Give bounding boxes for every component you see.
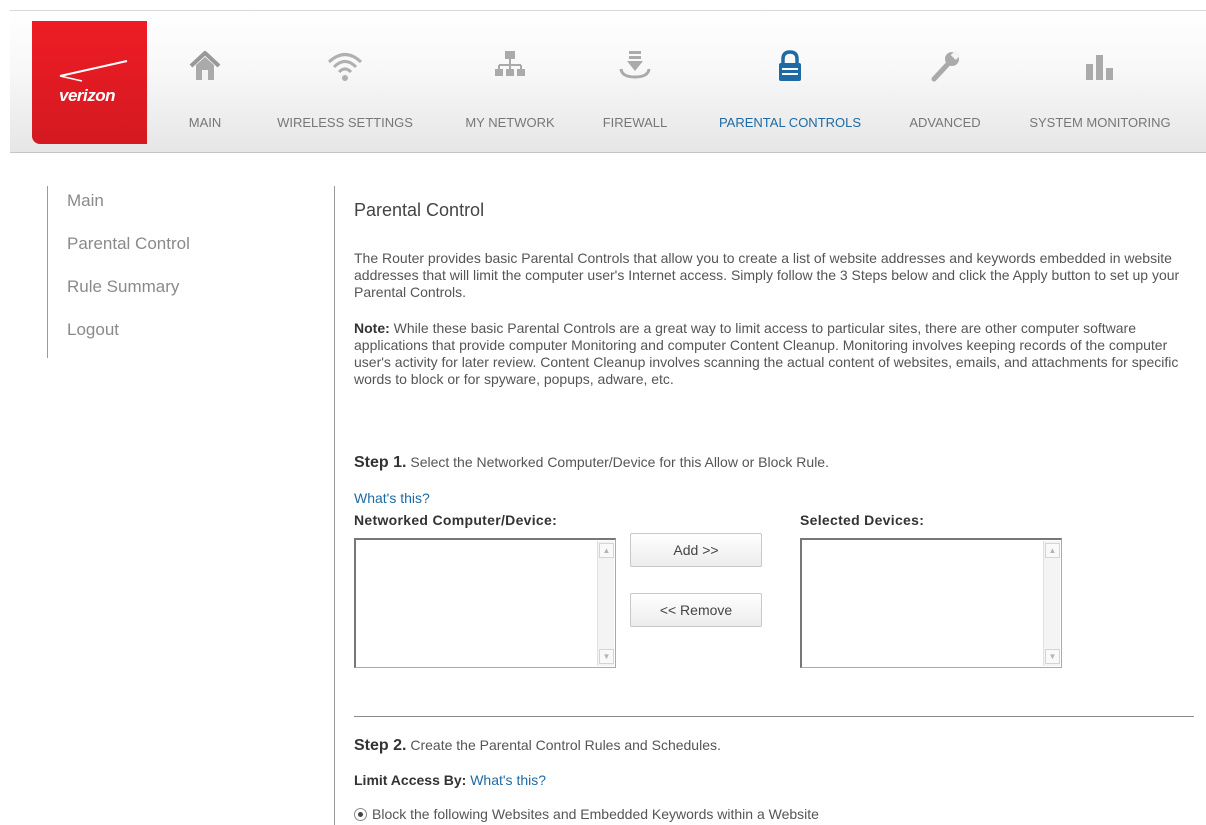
nav-system-monitoring[interactable]: SYSTEM MONITORING (1015, 49, 1185, 139)
add-device-button[interactable]: Add >> (630, 533, 762, 567)
firewall-icon (619, 51, 651, 79)
note-label: Note: (354, 320, 390, 336)
sidebar-item-main[interactable]: Main (67, 191, 104, 211)
step2-heading: Step 2. Create the Parental Control Rule… (354, 737, 721, 755)
wrench-icon (931, 50, 961, 82)
note-paragraph: Note: While these basic Parental Control… (354, 320, 1184, 388)
nav-main[interactable]: MAIN (170, 49, 240, 139)
scroll-up-arrow-icon[interactable]: ▲ (599, 543, 614, 558)
nav-parental-controls[interactable]: PARENTAL CONTROLS (705, 49, 875, 139)
listbox-scrollbar[interactable]: ▲ ▼ (597, 541, 614, 666)
networked-device-label: Networked Computer/Device: (354, 512, 558, 528)
networked-device-listbox[interactable]: ▲ ▼ (354, 538, 616, 668)
nav-wireless-settings[interactable]: WIRELESS SETTINGS (265, 49, 425, 139)
sidebar-item-parental-control[interactable]: Parental Control (67, 234, 190, 254)
page-title: Parental Control (354, 200, 485, 220)
logo-text: verizon (59, 86, 116, 105)
sidebar-item-logout[interactable]: Logout (67, 320, 119, 340)
block-websites-radio-label: Block the following Websites and Embedde… (372, 806, 819, 822)
nav-my-network[interactable]: MY NETWORK (450, 49, 570, 139)
scroll-down-arrow-icon[interactable]: ▼ (1045, 649, 1060, 664)
step1-text: Select the Networked Computer/Device for… (406, 454, 829, 470)
section-divider (354, 716, 1194, 717)
network-icon (495, 51, 525, 76)
limit-access-label: Limit Access By: What's this? (354, 772, 546, 788)
bar-chart-icon (1086, 55, 1113, 80)
step2-label: Step 2. (354, 737, 407, 754)
sidebar: Main Parental Control Rule Summary Logou… (47, 186, 247, 358)
verizon-logo[interactable]: verizon (32, 21, 147, 144)
note-text: While these basic Parental Controls are … (354, 320, 1179, 387)
lock-icon (779, 50, 801, 81)
remove-device-button[interactable]: << Remove (630, 593, 762, 627)
scroll-up-arrow-icon[interactable]: ▲ (1045, 543, 1060, 558)
top-navigation-bar: verizon MAIN WIRELESS SETTINGS MY NETWOR… (10, 10, 1206, 153)
step2-whats-this-link[interactable]: What's this? (470, 772, 546, 788)
selected-devices-label: Selected Devices: (800, 512, 925, 528)
nav-advanced[interactable]: ADVANCED (900, 49, 990, 139)
block-websites-radio-row[interactable]: Block the following Websites and Embedde… (354, 806, 819, 822)
step1-label: Step 1. (354, 454, 407, 471)
selected-devices-listbox[interactable]: ▲ ▼ (800, 538, 1062, 668)
block-websites-radio[interactable] (354, 808, 367, 821)
limit-access-text: Limit Access By: (354, 772, 467, 788)
logo-check-icon (59, 60, 128, 82)
intro-paragraph: The Router provides basic Parental Contr… (354, 250, 1180, 300)
scroll-down-arrow-icon[interactable]: ▼ (599, 649, 614, 664)
wifi-icon (327, 53, 363, 81)
step2-text: Create the Parental Control Rules and Sc… (406, 737, 721, 753)
step1-heading: Step 1. Select the Networked Computer/De… (354, 454, 829, 472)
sidebar-item-rule-summary[interactable]: Rule Summary (67, 277, 179, 297)
step1-whats-this-link[interactable]: What's this? (354, 490, 430, 506)
listbox-scrollbar[interactable]: ▲ ▼ (1043, 541, 1060, 666)
content-divider (334, 186, 335, 825)
home-icon (189, 51, 221, 80)
nav-firewall[interactable]: FIREWALL (595, 49, 675, 139)
